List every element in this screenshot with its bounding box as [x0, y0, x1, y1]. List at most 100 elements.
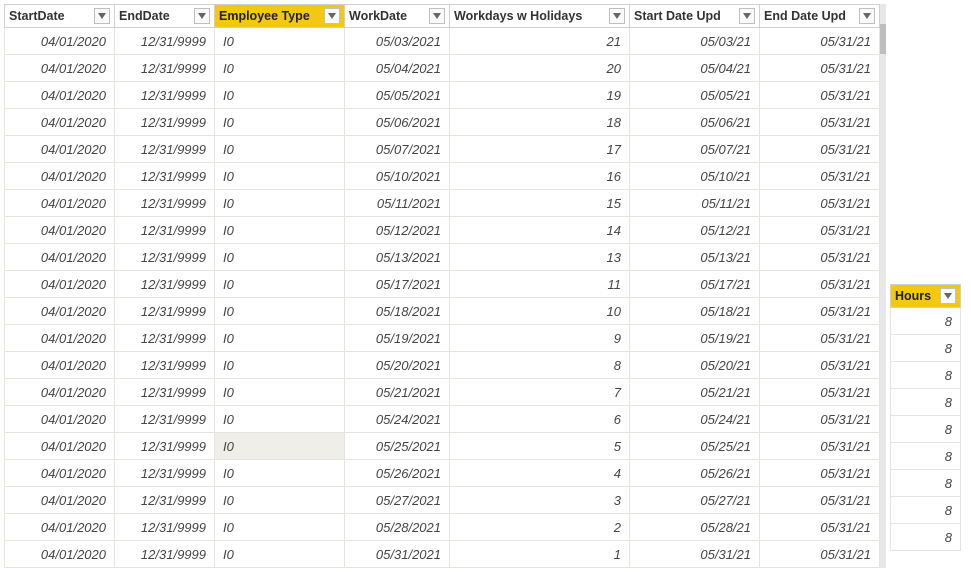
cell-employeeType[interactable]: I0 [215, 541, 345, 568]
table-row[interactable]: 8 [891, 470, 961, 497]
cell-workdays[interactable]: 8 [450, 352, 630, 379]
cell-workDate[interactable]: 05/11/2021 [345, 190, 450, 217]
cell-workDate[interactable]: 05/27/2021 [345, 487, 450, 514]
cell-workDate[interactable]: 05/17/2021 [345, 271, 450, 298]
table-row[interactable]: 04/01/202012/31/9999I005/07/20211705/07/… [5, 136, 880, 163]
cell-workdays[interactable]: 7 [450, 379, 630, 406]
cell-hours[interactable]: 8 [891, 470, 961, 497]
cell-workDate[interactable]: 05/06/2021 [345, 109, 450, 136]
cell-employeeType[interactable]: I0 [215, 406, 345, 433]
header-enddate[interactable]: EndDate [115, 5, 215, 28]
header-employee-type[interactable]: Employee Type [215, 5, 345, 28]
cell-endDateUpd[interactable]: 05/31/21 [760, 271, 880, 298]
filter-dropdown-icon[interactable] [429, 8, 445, 24]
cell-startDate[interactable]: 04/01/2020 [5, 271, 115, 298]
cell-startDate[interactable]: 04/01/2020 [5, 244, 115, 271]
table-row[interactable]: 04/01/202012/31/9999I005/12/20211405/12/… [5, 217, 880, 244]
table-row[interactable]: 04/01/202012/31/9999I005/06/20211805/06/… [5, 109, 880, 136]
cell-hours[interactable]: 8 [891, 335, 961, 362]
cell-endDateUpd[interactable]: 05/31/21 [760, 352, 880, 379]
filter-dropdown-icon[interactable] [94, 8, 110, 24]
cell-endDateUpd[interactable]: 05/31/21 [760, 433, 880, 460]
cell-endDateUpd[interactable]: 05/31/21 [760, 406, 880, 433]
cell-startDateUpd[interactable]: 05/04/21 [630, 55, 760, 82]
cell-startDateUpd[interactable]: 05/25/21 [630, 433, 760, 460]
table-row[interactable]: 04/01/202012/31/9999I005/24/2021605/24/2… [5, 406, 880, 433]
table-row[interactable]: 04/01/202012/31/9999I005/28/2021205/28/2… [5, 514, 880, 541]
cell-workDate[interactable]: 05/21/2021 [345, 379, 450, 406]
cell-workdays[interactable]: 1 [450, 541, 630, 568]
cell-employeeType[interactable]: I0 [215, 136, 345, 163]
cell-startDateUpd[interactable]: 05/06/21 [630, 109, 760, 136]
table-row[interactable]: 04/01/202012/31/9999I005/21/2021705/21/2… [5, 379, 880, 406]
cell-startDate[interactable]: 04/01/2020 [5, 487, 115, 514]
cell-employeeType[interactable]: I0 [215, 244, 345, 271]
table-row[interactable]: 8 [891, 443, 961, 470]
cell-startDateUpd[interactable]: 05/19/21 [630, 325, 760, 352]
cell-endDate[interactable]: 12/31/9999 [115, 271, 215, 298]
cell-startDateUpd[interactable]: 05/17/21 [630, 271, 760, 298]
table-row[interactable]: 04/01/202012/31/9999I005/17/20211105/17/… [5, 271, 880, 298]
cell-employeeType[interactable]: I0 [215, 379, 345, 406]
table-row[interactable]: 04/01/202012/31/9999I005/13/20211305/13/… [5, 244, 880, 271]
cell-endDate[interactable]: 12/31/9999 [115, 325, 215, 352]
cell-workDate[interactable]: 05/04/2021 [345, 55, 450, 82]
hours-table[interactable]: Hours 888888888 [890, 284, 961, 551]
cell-workDate[interactable]: 05/07/2021 [345, 136, 450, 163]
cell-startDate[interactable]: 04/01/2020 [5, 433, 115, 460]
cell-endDateUpd[interactable]: 05/31/21 [760, 190, 880, 217]
cell-workDate[interactable]: 05/18/2021 [345, 298, 450, 325]
cell-endDateUpd[interactable]: 05/31/21 [760, 109, 880, 136]
cell-workDate[interactable]: 05/24/2021 [345, 406, 450, 433]
cell-endDate[interactable]: 12/31/9999 [115, 352, 215, 379]
cell-employeeType[interactable]: I0 [215, 325, 345, 352]
cell-workdays[interactable]: 5 [450, 433, 630, 460]
cell-hours[interactable]: 8 [891, 389, 961, 416]
cell-startDate[interactable]: 04/01/2020 [5, 514, 115, 541]
cell-startDate[interactable]: 04/01/2020 [5, 298, 115, 325]
scrollbar-thumb[interactable] [880, 24, 886, 54]
cell-endDate[interactable]: 12/31/9999 [115, 406, 215, 433]
cell-startDateUpd[interactable]: 05/05/21 [630, 82, 760, 109]
cell-workDate[interactable]: 05/05/2021 [345, 82, 450, 109]
cell-workDate[interactable]: 05/20/2021 [345, 352, 450, 379]
cell-startDateUpd[interactable]: 05/31/21 [630, 541, 760, 568]
cell-workdays[interactable]: 21 [450, 28, 630, 55]
header-workdays-holidays[interactable]: Workdays w Holidays [450, 5, 630, 28]
cell-workdays[interactable]: 19 [450, 82, 630, 109]
cell-startDate[interactable]: 04/01/2020 [5, 352, 115, 379]
cell-employeeType[interactable]: I0 [215, 487, 345, 514]
table-row[interactable]: 04/01/202012/31/9999I005/10/20211605/10/… [5, 163, 880, 190]
table-row[interactable]: 8 [891, 524, 961, 551]
table-row[interactable]: 04/01/202012/31/9999I005/20/2021805/20/2… [5, 352, 880, 379]
vertical-scrollbar[interactable] [880, 4, 886, 568]
cell-startDate[interactable]: 04/01/2020 [5, 163, 115, 190]
cell-endDate[interactable]: 12/31/9999 [115, 487, 215, 514]
cell-startDateUpd[interactable]: 05/18/21 [630, 298, 760, 325]
cell-workdays[interactable]: 11 [450, 271, 630, 298]
cell-hours[interactable]: 8 [891, 443, 961, 470]
filter-dropdown-icon[interactable] [609, 8, 625, 24]
cell-endDate[interactable]: 12/31/9999 [115, 55, 215, 82]
cell-workdays[interactable]: 18 [450, 109, 630, 136]
cell-workDate[interactable]: 05/26/2021 [345, 460, 450, 487]
cell-endDate[interactable]: 12/31/9999 [115, 433, 215, 460]
cell-startDateUpd[interactable]: 05/20/21 [630, 352, 760, 379]
cell-workdays[interactable]: 6 [450, 406, 630, 433]
cell-workDate[interactable]: 05/25/2021 [345, 433, 450, 460]
cell-startDateUpd[interactable]: 05/24/21 [630, 406, 760, 433]
cell-endDate[interactable]: 12/31/9999 [115, 163, 215, 190]
cell-endDateUpd[interactable]: 05/31/21 [760, 487, 880, 514]
cell-employeeType[interactable]: I0 [215, 163, 345, 190]
cell-endDateUpd[interactable]: 05/31/21 [760, 55, 880, 82]
table-row[interactable]: 04/01/202012/31/9999I005/03/20212105/03/… [5, 28, 880, 55]
header-workdate[interactable]: WorkDate [345, 5, 450, 28]
header-enddate-upd[interactable]: End Date Upd [760, 5, 880, 28]
cell-workDate[interactable]: 05/12/2021 [345, 217, 450, 244]
cell-workdays[interactable]: 10 [450, 298, 630, 325]
cell-endDateUpd[interactable]: 05/31/21 [760, 244, 880, 271]
table-row[interactable]: 8 [891, 416, 961, 443]
cell-endDateUpd[interactable]: 05/31/21 [760, 136, 880, 163]
header-hours[interactable]: Hours [891, 285, 961, 308]
cell-startDate[interactable]: 04/01/2020 [5, 460, 115, 487]
